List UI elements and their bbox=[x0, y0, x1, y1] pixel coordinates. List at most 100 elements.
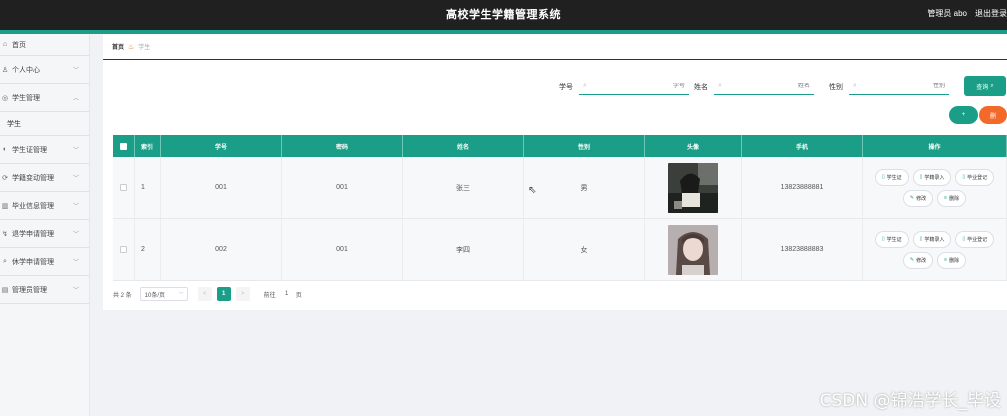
sex-field[interactable] bbox=[856, 82, 949, 89]
row-checkbox[interactable] bbox=[120, 184, 127, 191]
sidebar-item-admin-mgmt[interactable]: ▤ 管理员管理 ﹀ bbox=[0, 276, 89, 304]
column-header: 密码 bbox=[282, 135, 403, 157]
cell-index: 2 bbox=[135, 219, 161, 280]
goto-label: 前往 bbox=[263, 292, 276, 299]
avatar[interactable] bbox=[668, 162, 718, 213]
enroll-button[interactable]: ▯ 学籍录入 bbox=[912, 230, 952, 248]
cell-sex: 女 bbox=[524, 219, 645, 280]
home-icon: ⌂ bbox=[2, 41, 8, 48]
row-delete-button[interactable]: ≡ 删除 bbox=[937, 251, 967, 269]
row-delete-button[interactable]: ≡ 删除 bbox=[937, 189, 967, 207]
cell-phone: 13823888883 bbox=[742, 219, 863, 280]
column-header: 头像 bbox=[645, 135, 742, 157]
cell-avatar bbox=[645, 219, 742, 280]
column-header: 姓名 bbox=[403, 135, 524, 157]
enroll-button[interactable]: ▯ 学籍录入 bbox=[912, 168, 952, 186]
sex-input[interactable]: ⌕ bbox=[849, 77, 949, 95]
sidebar-item-label: 学籍变动管理 bbox=[12, 174, 54, 182]
sidebar-item-card-mgmt[interactable]: ◐ 学生证管理 ﹀ bbox=[0, 136, 89, 164]
user-icon: ♙ bbox=[1, 66, 9, 74]
chevron-down-icon: ﹀ bbox=[72, 148, 79, 154]
breadcrumb-home[interactable]: 首页 bbox=[112, 42, 124, 51]
chevron-down-icon: ﹀ bbox=[72, 288, 79, 294]
graduate-icon: ▥ bbox=[1, 202, 9, 210]
sidebar-item-label: 休学申请管理 bbox=[12, 258, 54, 266]
current-user[interactable]: 管理员 abo bbox=[927, 8, 967, 19]
sidebar-item-withdraw-mgmt[interactable]: ↯ 退学申请管理 ﹀ bbox=[0, 220, 89, 248]
op-label: 修改 bbox=[916, 195, 927, 202]
query-button[interactable]: 查询 ⌕ bbox=[964, 76, 1006, 96]
column-header: 学号 bbox=[161, 135, 282, 157]
sidebar-item-label: 退学申请管理 bbox=[12, 230, 54, 238]
table-header: 索引 学号 密码 姓名 性别 头像 手机 操作 bbox=[113, 135, 1007, 157]
name-label: 姓名 bbox=[694, 84, 708, 91]
graduation-button[interactable]: ▯ 毕业登记 bbox=[955, 230, 995, 248]
main-content: 首页 ♨ 学生 学号 ⌕ 姓名 ⌕ 性别 ⌕ 查询 ⌕ + 删 索引 学号 bbox=[103, 34, 1007, 310]
sidebar-item-label: 首页 bbox=[12, 41, 26, 49]
table-row: 1 001 001 张三 男 13823888881 ▯ 学生证 ▯ 学籍录入 … bbox=[113, 157, 1007, 219]
name-field[interactable] bbox=[721, 82, 814, 89]
next-page-button[interactable]: > bbox=[235, 287, 250, 301]
op-label: 删除 bbox=[949, 195, 960, 202]
current-page[interactable]: 1 bbox=[216, 287, 231, 301]
sidebar-item-suspend-mgmt[interactable]: ⌕ 休学申请管理 ﹀ bbox=[0, 248, 89, 276]
op-label: 学生证 bbox=[886, 174, 902, 181]
column-header: 索引 bbox=[135, 135, 161, 157]
breadcrumb: 首页 ♨ 学生 bbox=[112, 42, 150, 52]
cell-sex: 男 bbox=[524, 157, 645, 218]
column-header: 性别 bbox=[524, 135, 645, 157]
page-size-select[interactable]: 10条/页 ﹀ bbox=[139, 287, 188, 301]
mouse-cursor-icon: ⇖ bbox=[528, 185, 537, 196]
sidebar-item-label: 毕业信息管理 bbox=[12, 202, 54, 210]
delete-button[interactable]: 删 bbox=[979, 106, 1007, 124]
op-label: 学籍录入 bbox=[924, 174, 945, 181]
student-card-button[interactable]: ▯ 学生证 bbox=[874, 230, 909, 248]
sidebar-item-graduate-mgmt[interactable]: ▥ 毕业信息管理 ﹀ bbox=[0, 192, 89, 220]
avatar[interactable] bbox=[668, 224, 718, 275]
document-icon: ▯ bbox=[919, 236, 923, 242]
sidebar-item-home[interactable]: ⌂ 首页 bbox=[0, 34, 89, 56]
edit-button[interactable]: ✎ 修改 bbox=[902, 251, 934, 269]
document-icon: ▯ bbox=[881, 236, 885, 242]
row-checkbox[interactable] bbox=[120, 246, 127, 253]
sidebar-subitem-student[interactable]: 学生 bbox=[0, 112, 89, 136]
sidebar-item-student-mgmt[interactable]: ◎ 学生管理 ︿ bbox=[0, 84, 89, 112]
cell-operations: ▯ 学生证 ▯ 学籍录入 ▯ 毕业登记 ✎ 修改 ≡ 删除 bbox=[863, 219, 1007, 280]
document-icon: ▯ bbox=[881, 174, 885, 180]
column-header: 操作 bbox=[863, 135, 1007, 157]
document-icon: ▯ bbox=[962, 236, 966, 242]
sidebar-item-profile[interactable]: ♙ 个人中心 ﹀ bbox=[0, 56, 89, 84]
page-size-value: 10条/页 bbox=[144, 292, 166, 299]
sidebar-item-label: 学生管理 bbox=[12, 94, 40, 102]
student-table: 索引 学号 密码 姓名 性别 头像 手机 操作 1 001 001 张三 男 1… bbox=[113, 135, 1007, 281]
withdraw-icon: ↯ bbox=[2, 230, 8, 238]
student-card-button[interactable]: ▯ 学生证 bbox=[874, 168, 909, 186]
select-all-checkbox[interactable] bbox=[120, 142, 127, 150]
chevron-down-icon: ﹀ bbox=[72, 232, 79, 238]
cell-index: 1 bbox=[135, 157, 161, 218]
sex-label: 性别 bbox=[829, 84, 843, 91]
edit-button[interactable]: ✎ 修改 bbox=[902, 189, 934, 207]
change-icon: ⟳ bbox=[2, 174, 8, 182]
logout-link[interactable]: 退出登录 bbox=[975, 8, 1007, 19]
edit-icon: ✎ bbox=[909, 195, 915, 201]
card-icon: ◐ bbox=[2, 146, 8, 153]
row-select-cell bbox=[113, 157, 135, 218]
name-input[interactable]: ⌕ bbox=[714, 77, 814, 95]
document-icon: ▯ bbox=[919, 174, 923, 180]
xuehao-field[interactable] bbox=[586, 82, 689, 89]
edit-icon: ✎ bbox=[909, 257, 915, 263]
sidebar-item-label: 学生证管理 bbox=[12, 146, 47, 154]
graduation-button[interactable]: ▯ 毕业登记 bbox=[955, 168, 995, 186]
prev-page-button[interactable]: < bbox=[197, 287, 212, 301]
goto-unit: 页 bbox=[295, 292, 302, 299]
add-button[interactable]: + bbox=[949, 106, 978, 124]
xuehao-input[interactable]: ⌕ bbox=[579, 77, 689, 95]
search-icon: ⌕ bbox=[990, 82, 994, 89]
top-bar: 高校学生学籍管理系统 管理员 abo 退出登录 bbox=[0, 0, 1007, 30]
cell-xuehao: 001 bbox=[161, 157, 282, 218]
sidebar-item-change-mgmt[interactable]: ⟳ 学籍变动管理 ﹀ bbox=[0, 164, 89, 192]
op-label: 毕业登记 bbox=[967, 236, 988, 243]
goto-page-input[interactable]: 1 bbox=[280, 287, 294, 301]
sidebar: ⌂ 首页 ♙ 个人中心 ﹀ ◎ 学生管理 ︿ 学生 ◐ 学生证管理 ﹀ ⟳ 学籍… bbox=[0, 34, 90, 416]
